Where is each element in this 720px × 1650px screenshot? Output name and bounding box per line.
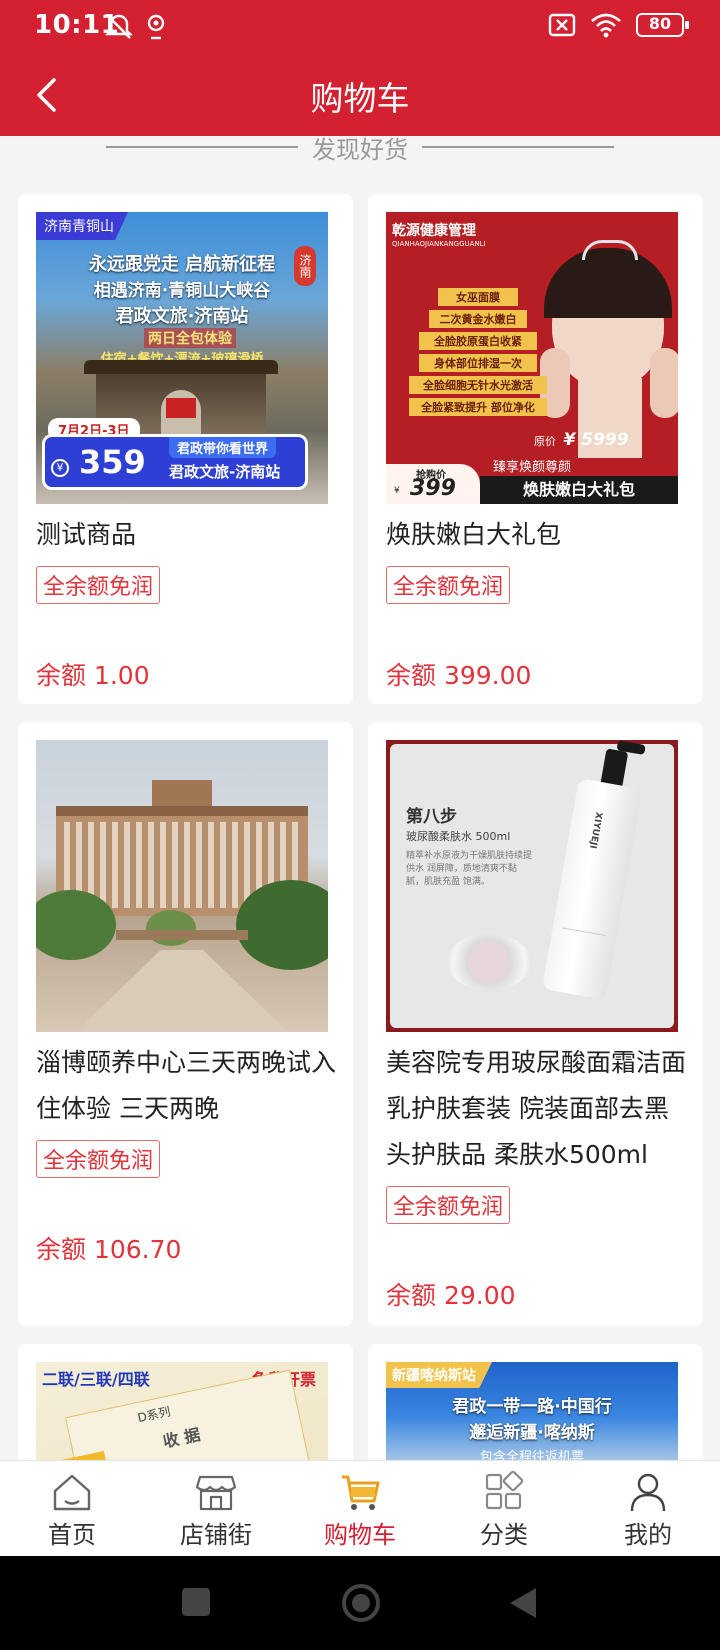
home-icon xyxy=(53,1474,91,1511)
store-icon xyxy=(195,1475,237,1511)
section-title: 发现好货 xyxy=(312,136,408,164)
tab-label: 分类 xyxy=(480,1521,528,1549)
product-title: 美容院专用玻尿酸面霜洁面乳护肤套装 院装面部去黑头护肤品 柔肤水500ml xyxy=(386,1048,687,1169)
image-slogan: 君政带你看世界 xyxy=(169,437,277,458)
product-price: 余额 1.00 xyxy=(36,661,150,690)
tab-store[interactable]: 店铺街 xyxy=(144,1461,288,1557)
product-badge: 全余额免润 xyxy=(36,1140,161,1178)
product-image: 济南青铜山 济南 永远跟党走 启航新征程 相遇济南·青铜山大峡谷 君政文旅·济南… xyxy=(36,212,328,504)
product-title: 测试商品 xyxy=(36,520,137,549)
product-price: 余额 399.00 xyxy=(386,661,532,690)
tab-profile[interactable]: 我的 xyxy=(576,1461,720,1557)
user-icon xyxy=(630,1473,666,1512)
image-product-name: 玻尿酸柔肤水 500ml xyxy=(406,830,511,843)
recent-apps-button[interactable] xyxy=(182,1588,210,1616)
image-subline: 邂逅新疆·喀纳斯 xyxy=(469,1423,595,1443)
image-model xyxy=(540,238,678,458)
product-card[interactable]: 济南青铜山 济南 永远跟党走 启航新征程 相遇济南·青铜山大峡谷 君政文旅·济南… xyxy=(18,194,353,704)
image-step: 第八步 xyxy=(406,807,457,827)
product-title: 焕肤嫩白大礼包 xyxy=(386,520,562,549)
product-card[interactable]: 第八步 玻尿酸柔肤水 500ml 精萃补水原液为干燥肌肤持续提供水 润屏障，质地… xyxy=(368,722,703,1326)
category-icon xyxy=(485,1471,524,1510)
wifi-icon xyxy=(591,13,621,38)
image-promo-price: 抢购价 ¥ 399 xyxy=(386,464,480,504)
image-left-text: 二联/三联/四联 xyxy=(42,1370,150,1389)
product-badge: 全余额免润 xyxy=(36,566,161,604)
product-image: 第八步 玻尿酸柔肤水 500ml 精萃补水原液为干燥肌肤持续提供水 润屏障，质地… xyxy=(386,740,678,1032)
image-plaza xyxy=(76,950,288,1032)
section-header: 发现好货 xyxy=(0,132,720,164)
header-bar: 购物车 xyxy=(0,54,720,136)
home-button[interactable] xyxy=(342,1584,380,1622)
product-image xyxy=(36,740,328,1032)
divider xyxy=(106,146,298,148)
tab-category[interactable]: 分类 xyxy=(432,1461,576,1557)
image-subline: 相遇济南·青铜山大峡谷 xyxy=(93,281,271,301)
tab-label: 店铺街 xyxy=(180,1521,252,1549)
tab-label: 我的 xyxy=(624,1521,672,1549)
tab-cart[interactable]: 购物车 xyxy=(288,1461,432,1557)
image-arbor xyxy=(116,930,248,940)
image-item-list: 女巫面膜 二次黄金水嫩白 全脸胶原蛋白收紧 身体部位排湿一次 全脸细胞无针水光激… xyxy=(408,288,548,420)
page-title: 购物车 xyxy=(310,79,410,118)
image-headline: 永远跟党走 启航新征程 xyxy=(88,254,276,275)
product-card[interactable]: 乾源健康管理 QIANHAOJIANKANGGUANLI 女巫面膜 二次黄金水嫩… xyxy=(368,194,703,704)
cart-icon xyxy=(342,1475,380,1510)
product-title: 淄博颐养中心三天两晚试入住体验 三天两晚 xyxy=(36,1048,337,1123)
image-headline: 君政一带一路·中国行 xyxy=(452,1397,612,1417)
product-card[interactable]: 淄博颐养中心三天两晚试入住体验 三天两晚 全余额免润 余额 106.70 xyxy=(18,722,353,1326)
image-banner: 焕肤嫩白大礼包 xyxy=(480,476,678,504)
image-description: 精萃补水原液为干燥肌肤持续提供水 润屏障，质地清爽不黏腻，肌肤充盈 饱满。 xyxy=(406,851,533,887)
image-tag: 新疆喀纳斯站 xyxy=(386,1362,492,1388)
image-trees xyxy=(36,880,328,970)
image-offer: 两日全包体验 xyxy=(144,328,236,348)
product-price: 余额 29.00 xyxy=(386,1281,516,1310)
product-image: 乾源健康管理 QIANHAOJIANKANGGUANLI 女巫面膜 二次黄金水嫩… xyxy=(386,212,678,504)
image-title: 君政文旅·济南站 xyxy=(115,306,249,327)
system-nav-bar xyxy=(0,1556,720,1650)
product-price: 余额 106.70 xyxy=(36,1235,182,1264)
image-brand-logo: 乾源健康管理 QIANHAOJIANKANGGUANLI xyxy=(392,223,486,248)
battery-icon: 80 xyxy=(636,13,689,37)
product-badge: 全余额免润 xyxy=(386,566,511,604)
image-corner-tag: 济南青铜山 xyxy=(36,212,128,240)
product-badge: 全余额免润 xyxy=(386,1186,511,1224)
bottom-tab-bar: 首页 店铺街 购物车 分类 我的 xyxy=(0,1460,720,1556)
sim-off-icon xyxy=(548,13,576,37)
tab-label: 首页 xyxy=(48,1521,96,1549)
image-price: 359 xyxy=(79,443,146,481)
divider xyxy=(422,146,614,148)
notifications-off-icon xyxy=(105,14,133,39)
tab-label: 购物车 xyxy=(324,1521,396,1549)
location-icon xyxy=(147,14,165,40)
status-bar: 10:11 80 xyxy=(0,0,720,54)
battery-level: 80 xyxy=(648,14,672,33)
image-price-panel: ¥ 359 君政带你看世界 君政文旅-济南站 xyxy=(42,434,308,490)
image-original-price: 原价 ¥ 5999 xyxy=(534,430,629,450)
yuan-icon: ¥ xyxy=(51,459,69,477)
back-button[interactable] xyxy=(508,1586,538,1620)
image-brand: 君政文旅-济南站 xyxy=(169,463,281,481)
tab-home[interactable]: 首页 xyxy=(0,1461,144,1557)
image-cream-dish xyxy=(446,934,532,990)
